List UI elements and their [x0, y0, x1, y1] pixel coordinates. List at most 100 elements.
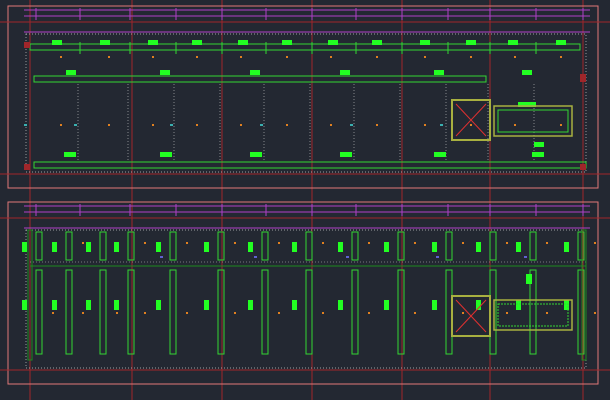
dim-marker [254, 256, 257, 258]
dim-marker [424, 56, 426, 58]
column-label [86, 300, 91, 310]
column-label [86, 242, 91, 252]
wall-segment [35, 269, 43, 355]
stair-inner [497, 109, 569, 133]
beam-label [466, 40, 476, 45]
wall-segment [305, 269, 313, 355]
wall-segment [305, 231, 313, 261]
beam-label [282, 40, 292, 45]
column-label [338, 242, 343, 252]
column-label [516, 242, 521, 252]
dim-marker [52, 312, 54, 314]
wall-segment [217, 269, 225, 355]
column-label [52, 300, 57, 310]
dim-marker [196, 56, 198, 58]
lower-plan [0, 201, 610, 385]
dim-marker [330, 124, 332, 126]
dim-marker [322, 242, 324, 244]
dim-marker [350, 124, 353, 126]
beam-label [508, 40, 518, 45]
column-label [338, 300, 343, 310]
dim-marker [82, 312, 84, 314]
column-label [22, 242, 27, 252]
wall-segment [351, 231, 359, 261]
dim-marker [560, 56, 562, 58]
dim-marker [594, 242, 596, 244]
dim-marker [60, 124, 62, 126]
wall-segment [445, 231, 453, 261]
stair-inner [497, 303, 569, 327]
dim-marker [234, 242, 236, 244]
column-label [156, 242, 161, 252]
dim-marker [234, 312, 236, 314]
dim-marker [240, 124, 242, 126]
dim-marker [260, 124, 263, 126]
column-label [248, 300, 253, 310]
beam-label [434, 70, 444, 75]
wall-segment [529, 231, 537, 261]
dim-marker [414, 312, 416, 314]
column-marker [580, 164, 586, 170]
wall-segment [261, 231, 269, 261]
wall-segment [99, 231, 107, 261]
dim-marker [240, 56, 242, 58]
dim-marker [278, 312, 280, 314]
dim-marker [196, 124, 198, 126]
dim-marker [160, 256, 163, 258]
column-label [432, 300, 437, 310]
floor-plan-drawing[interactable] [0, 0, 610, 400]
beam-label [160, 70, 170, 75]
wall-segment [397, 269, 405, 355]
dim-marker [74, 124, 77, 126]
dim-marker [506, 312, 508, 314]
beam-middle [33, 75, 487, 83]
column-label [564, 242, 569, 252]
wall-segment [65, 231, 73, 261]
beam-label [160, 152, 172, 157]
dim-marker [462, 242, 464, 244]
dim-marker [506, 242, 508, 244]
column-label [204, 242, 209, 252]
dim-marker [144, 312, 146, 314]
column-label [292, 300, 297, 310]
column-label [204, 300, 209, 310]
dim-marker [560, 124, 562, 126]
column-marker [24, 164, 30, 170]
beam-label [250, 70, 260, 75]
dim-marker [82, 242, 84, 244]
dim-marker [546, 242, 548, 244]
dim-marker [108, 124, 110, 126]
beam-label [238, 40, 248, 45]
void-cross-icon [455, 103, 487, 137]
dim-marker [514, 124, 516, 126]
dim-marker [436, 256, 439, 258]
dim-marker [152, 124, 154, 126]
dim-marker [470, 56, 472, 58]
dim-marker [144, 242, 146, 244]
upper-plan [0, 5, 610, 189]
plan-outline [7, 5, 599, 189]
wall-segment [127, 269, 135, 355]
beam-label [556, 40, 566, 45]
column-label [52, 242, 57, 252]
dim-marker [278, 242, 280, 244]
column-label [114, 242, 119, 252]
beam-label [192, 40, 202, 45]
dim-marker [116, 312, 118, 314]
dim-marker [322, 312, 324, 314]
dim-marker [376, 124, 378, 126]
dim-marker [368, 312, 370, 314]
beam-label [522, 70, 532, 75]
wall-segment [169, 269, 177, 355]
beam-label [434, 152, 446, 157]
cad-canvas[interactable] [0, 0, 610, 400]
beam-label [328, 40, 338, 45]
dim-marker [414, 242, 416, 244]
column-label [516, 300, 521, 310]
beam-label [52, 40, 62, 45]
dim-marker [186, 312, 188, 314]
beam-label [372, 40, 382, 45]
dim-marker [286, 56, 288, 58]
beam-bottom [33, 161, 587, 169]
dim-marker [514, 56, 516, 58]
